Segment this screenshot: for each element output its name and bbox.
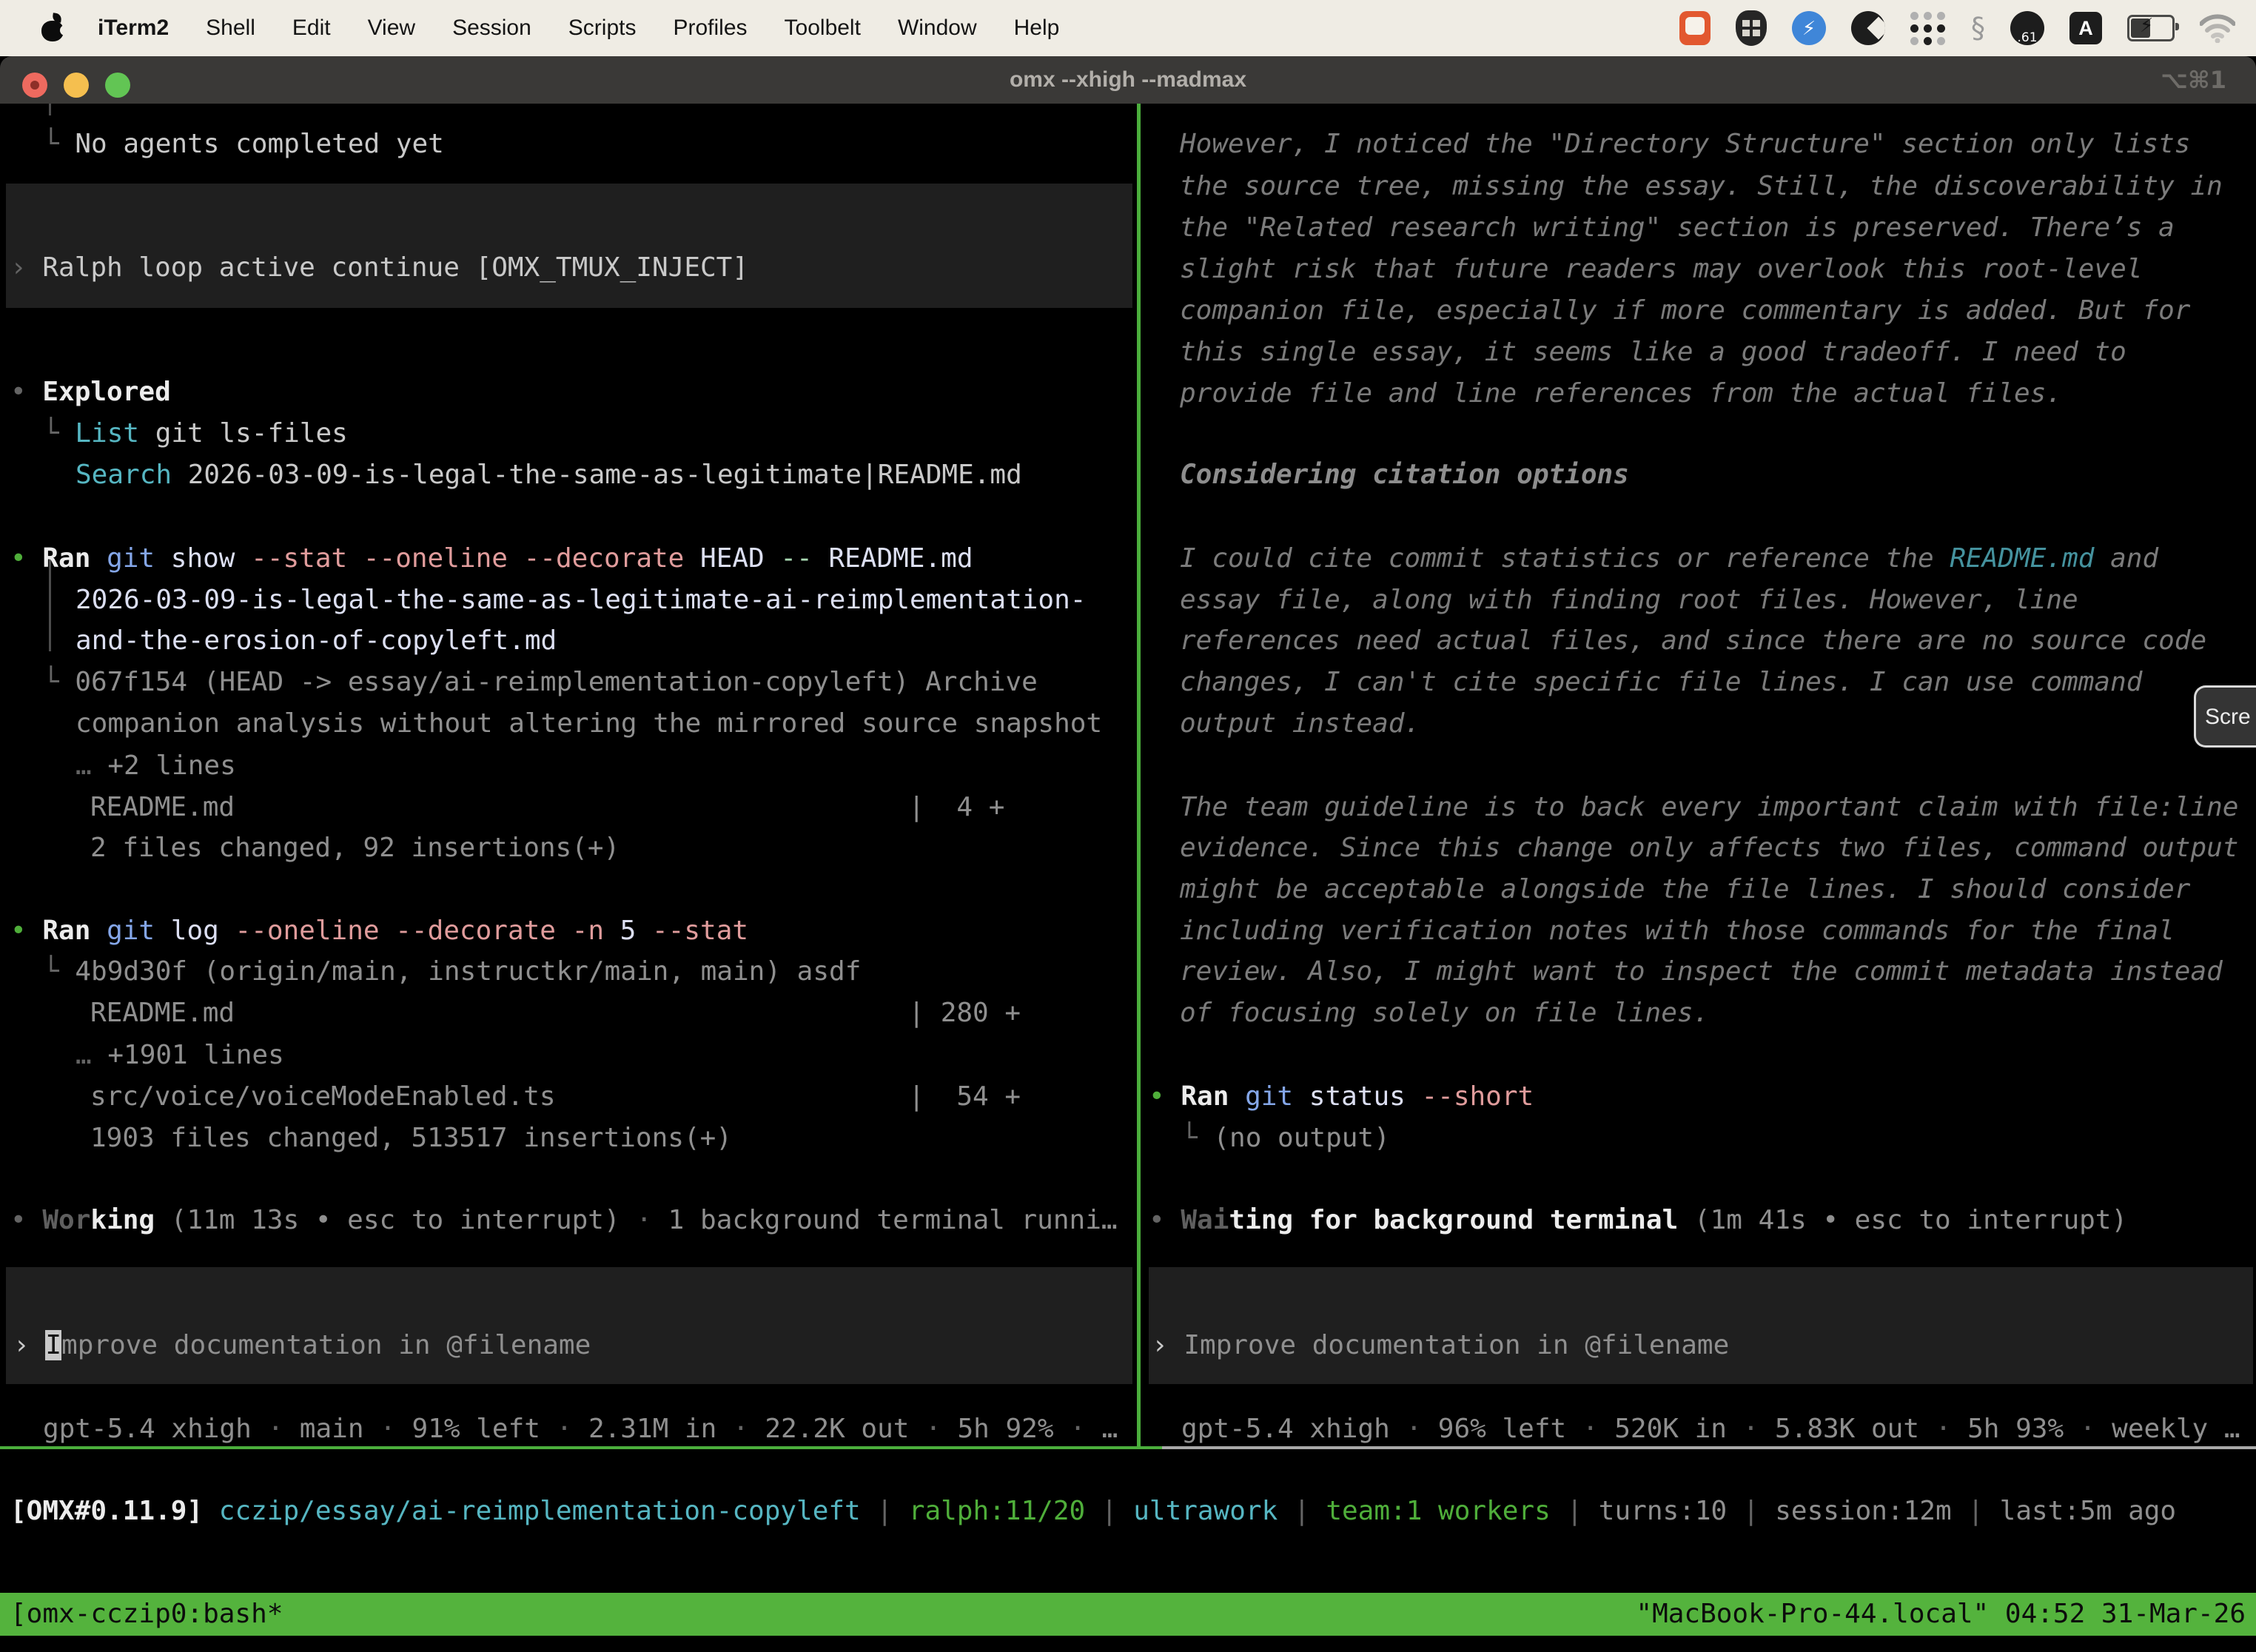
menu-items: iTerm2 Shell Edit View Session Scripts Profile… <box>98 16 1059 41</box>
window-title-bar: omx --xhigh --madmax ⌥⌘1 <box>0 56 2256 104</box>
shield-grid-icon[interactable] <box>1736 10 1767 46</box>
window-title: omx --xhigh --madmax <box>0 56 2256 104</box>
charging-bolt-icon: ⚡ <box>2140 14 2153 37</box>
blue-badge-icon[interactable]: ⚡ <box>1792 11 1826 45</box>
tmux-status-bar: [omx-cczip0:bash* "MacBook-Pro-44.local"… <box>0 1593 2256 1636</box>
menu-item-toolbelt[interactable]: Toolbelt <box>785 16 861 41</box>
input-source-icon[interactable]: A <box>2069 12 2102 44</box>
squiggle-icon[interactable]: § <box>1971 12 1985 44</box>
dark-wedge-icon[interactable] <box>1851 11 1885 45</box>
screen-share-tab[interactable]: Scre <box>2194 685 2256 748</box>
menu-item-view[interactable]: View <box>368 16 415 41</box>
chat-bubble-icon[interactable] <box>1679 11 1711 45</box>
menu-item-scripts[interactable]: Scripts <box>568 16 637 41</box>
menu-item-iterm2[interactable]: iTerm2 <box>98 16 169 41</box>
window-shortcut-badge: ⌥⌘1 <box>2161 56 2226 104</box>
omx-status-line: [OMX#0.11.9] cczip/essay/ai-reimplementa… <box>0 104 2256 1652</box>
menu-item-shell[interactable]: Shell <box>206 16 255 41</box>
menu-item-window[interactable]: Window <box>898 16 977 41</box>
menubar-status-icons: ⚡ § .61 A ⚡ <box>1679 0 2235 56</box>
terminal-content: └ No agents completed yet› Ralph loop ac… <box>0 104 2256 1652</box>
dots-grid-icon[interactable] <box>1910 12 1946 45</box>
wifi-icon[interactable] <box>2200 13 2235 43</box>
menu-item-session[interactable]: Session <box>452 16 531 41</box>
menu-item-help[interactable]: Help <box>1014 16 1060 41</box>
macos-menu-bar: iTerm2 Shell Edit View Session Scripts Profile… <box>0 0 2256 56</box>
gauge-icon[interactable]: .61 <box>2010 11 2044 45</box>
terminal-line: [OMX#0.11.9] cczip/essay/ai-reimplementa… <box>10 1489 2176 1534</box>
tmux-host-clock: "MacBook-Pro-44.local" 04:52 31-Mar-26 <box>1636 1593 2246 1636</box>
menu-item-profiles[interactable]: Profiles <box>673 16 747 41</box>
tmux-session-label: [omx-cczip0:bash* <box>10 1593 283 1636</box>
battery-icon[interactable]: ⚡ <box>2127 15 2175 41</box>
apple-menu-icon[interactable] <box>40 13 65 43</box>
screen: iTerm2 Shell Edit View Session Scripts Profile… <box>0 0 2256 1652</box>
menu-item-edit[interactable]: Edit <box>292 16 331 41</box>
